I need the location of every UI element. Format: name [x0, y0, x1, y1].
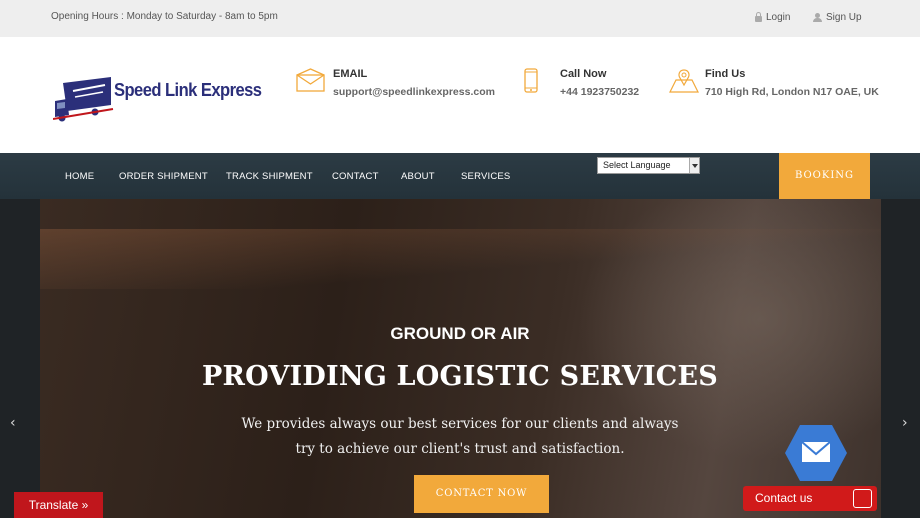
nav-item-track-shipment[interactable]: TRACK SHIPMENT: [226, 171, 313, 182]
nav-item-about[interactable]: ABOUT: [401, 171, 435, 182]
site-logo[interactable]: Speed Link Express: [52, 71, 262, 123]
call-value[interactable]: +44 1923750232: [560, 86, 639, 98]
phone-icon: [524, 68, 538, 93]
nav-item-contact[interactable]: CONTACT: [332, 171, 379, 182]
map-icon: [669, 69, 699, 93]
nav-item-services[interactable]: SERVICES: [461, 171, 510, 182]
hero-title: PROVIDING LOGISTIC SERVICES: [202, 361, 718, 392]
nav-item-order-shipment[interactable]: ORDER SHIPMENT: [119, 171, 208, 182]
translate-button[interactable]: Translate »: [14, 492, 103, 518]
user-icon: [813, 13, 822, 22]
header: Speed Link Express EMAIL support@speedli…: [0, 37, 920, 153]
contact-us-label: Contact us: [755, 491, 813, 505]
hero-side-left: [0, 199, 40, 518]
hero-image-highlight: [40, 229, 881, 289]
booking-button[interactable]: BOOKING: [779, 153, 870, 199]
envelope-icon: [296, 68, 325, 92]
language-select[interactable]: Select Language: [597, 157, 700, 174]
main-nav: HOME ORDER SHIPMENT TRACK SHIPMENT CONTA…: [0, 153, 920, 199]
top-bar: Opening Hours : Monday to Saturday - 8am…: [0, 0, 920, 37]
hero-description-line2: try to achieve our client's trust and sa…: [295, 441, 625, 457]
login-label: Login: [766, 12, 791, 23]
email-label: EMAIL: [333, 68, 368, 80]
call-label: Call Now: [560, 68, 607, 80]
chevron-down-icon: [689, 158, 699, 173]
mail-icon[interactable]: [784, 424, 848, 482]
email-value[interactable]: support@speedlinkexpress.com: [333, 86, 495, 98]
truck-logo-icon: [52, 77, 114, 122]
language-select-value: Select Language: [603, 160, 671, 170]
hero-side-right: [881, 199, 920, 518]
contact-now-button[interactable]: CONTACT NOW: [414, 475, 549, 513]
login-link[interactable]: Login: [755, 12, 790, 23]
hero-slider: ‹ › GROUND OR AIR PROVIDING LOGISTIC SER…: [0, 199, 920, 518]
opening-hours: Opening Hours : Monday to Saturday - 8am…: [51, 11, 278, 22]
find-label: Find Us: [705, 68, 746, 80]
signup-label: Sign Up: [826, 12, 862, 23]
signup-link[interactable]: Sign Up: [813, 12, 862, 23]
contact-us-widget[interactable]: Contact us: [743, 486, 877, 511]
nav-item-home[interactable]: HOME: [65, 171, 94, 182]
logo-text: Speed Link Express: [114, 80, 262, 100]
lock-icon: [755, 12, 762, 22]
hero-description-line1: We provides always our best services for…: [241, 416, 679, 432]
hero-subtitle: GROUND OR AIR: [390, 324, 530, 343]
expand-box-icon: [853, 489, 872, 508]
find-value: 710 High Rd, London N17 OAE, UK: [705, 86, 879, 98]
